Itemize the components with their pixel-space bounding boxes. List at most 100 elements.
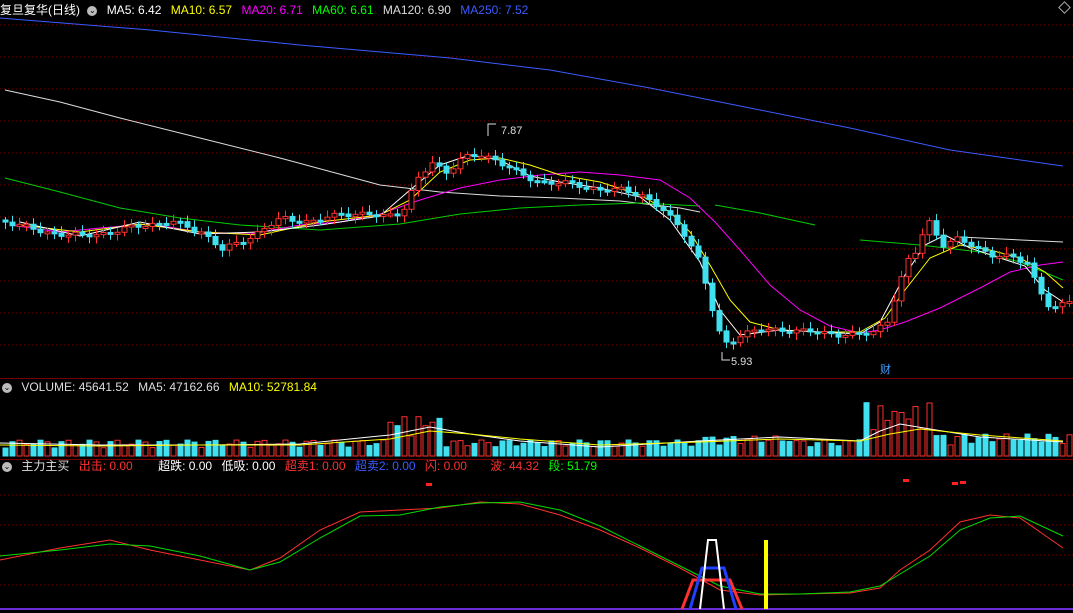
price-chart[interactable]: 7.87 5.93 财 [0,0,1073,378]
candle-body [268,224,275,230]
volume-bar [513,445,520,457]
volume-bar [933,435,940,457]
candle-body [716,310,723,332]
candle-body [520,168,527,176]
low-price-label: 5.93 [731,356,752,368]
candle-body [961,236,968,243]
volume-bar [1059,443,1066,457]
candle-body [79,231,86,236]
indicator-panel[interactable]: ⌄ 主力主买 出击: 0.00 超跌: 0.00 低吸: 0.00 超卖1: 0… [0,459,1073,613]
candle-body [541,180,548,184]
volume-bar [821,439,828,457]
volume-bar [93,441,100,457]
candle-body [884,321,891,326]
volume-bar [436,417,443,457]
candle-body [856,331,863,335]
candle-body [478,155,485,159]
candle-body [233,241,240,245]
candle-body [933,220,940,236]
candle-body [191,226,198,233]
candle-body [534,180,541,184]
volume-bar [121,444,128,457]
candle-body [324,216,331,221]
candle-body [1059,302,1066,308]
volume-bar [681,442,688,457]
volume-bar [212,439,219,457]
candle-body [51,231,58,235]
volume-bar [135,439,142,457]
volume-bar [373,443,380,457]
volume-bar [408,435,415,457]
candle-body [2,219,9,223]
volume-bar [338,441,345,457]
candle-body [387,213,394,217]
candle-body [149,222,156,228]
volume-bar [800,440,807,457]
volume-bar [485,442,492,457]
volume-bar [611,445,618,457]
volume-bar [814,442,821,457]
candle-body [373,214,380,218]
volume-bar [492,446,499,457]
indicator-chart[interactable] [0,460,1073,613]
high-marker [487,123,496,136]
candle-body [184,221,191,228]
candle-body [828,331,835,335]
candle-body [611,187,618,192]
candle-body [632,191,639,197]
volume-bar [576,439,583,457]
volume-bar [142,441,149,457]
volume-bar [1045,433,1052,457]
candle-body [247,238,254,244]
candle-body [744,330,751,338]
volume-bar [233,439,240,457]
price-panel[interactable]: 复旦复华(日线) ⌄ MA5: 6.42 MA10: 6.57 MA20: 6.… [0,0,1073,378]
volume-bar [688,445,695,457]
candle-body [1017,256,1024,263]
volume-bar [835,445,842,457]
volume-bar [856,439,863,457]
volume-bar [898,411,905,457]
candle-body [1010,253,1017,258]
candle-body [667,210,674,216]
candle-body [555,183,562,187]
candle-body [891,300,898,323]
volume-bar [562,445,569,457]
volume-bar [1010,439,1017,457]
high-price-label: 7.87 [501,125,522,137]
volume-bar [1066,434,1073,457]
candle-body [877,324,884,333]
volume-bar [695,440,702,457]
volume-bar [1031,438,1038,457]
candle-body [429,162,436,173]
candle-body [1038,276,1045,295]
volume-bar [520,442,527,457]
candle-body [366,211,373,216]
candle-body [471,154,478,158]
candle-body [751,329,758,333]
candle-body [261,228,268,233]
volume-bar [744,438,751,457]
candle-body [240,241,247,245]
volume-bar [597,440,604,457]
candle-body [1024,261,1031,265]
candle-body [996,255,1003,259]
candle-body [583,186,590,190]
candle-body [898,276,905,302]
candle-body [793,329,800,334]
candle-body [226,243,233,251]
candle-body [310,219,317,223]
candle-body [912,252,919,259]
candle-body [100,231,107,236]
flash-marker [960,481,966,484]
candle-body [772,327,779,331]
volume-panel[interactable]: ⌄ VOLUME: 45641.52 MA5: 47162.66 MA10: 5… [0,379,1073,459]
volume-bar [912,406,919,457]
ma120-line [959,236,1064,243]
candle-body [989,250,996,258]
volume-bar [1024,433,1031,457]
ma10-line [19,157,1064,333]
candle-body [170,220,177,225]
volume-chart[interactable] [0,379,1073,459]
candle-body [786,330,793,334]
